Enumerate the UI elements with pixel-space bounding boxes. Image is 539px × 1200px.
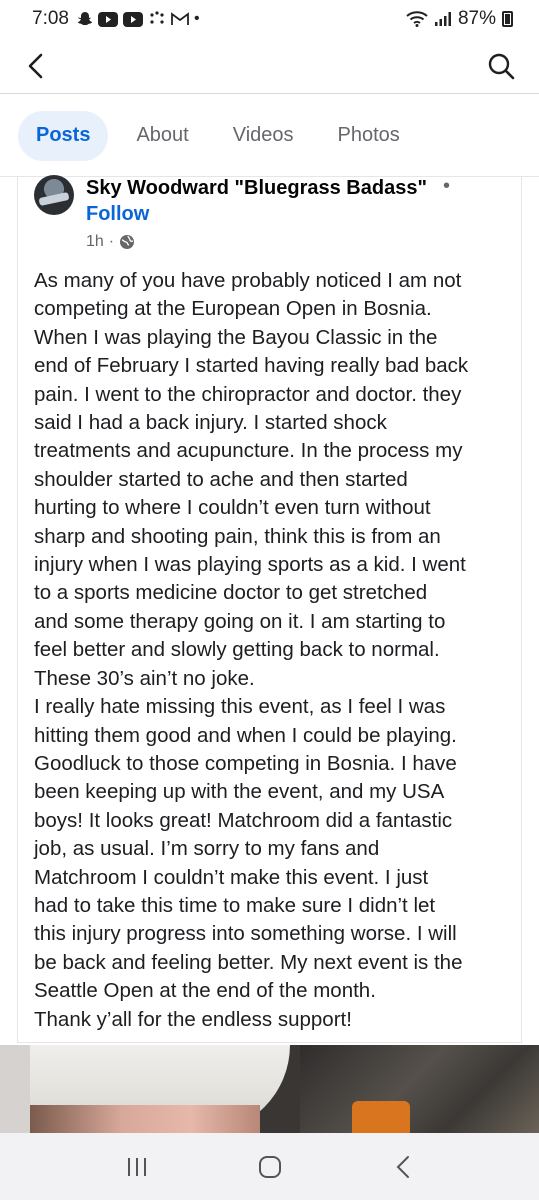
gmail-icon [171, 12, 189, 25]
recents-button[interactable] [112, 1142, 162, 1192]
youtube-icon [97, 11, 118, 27]
post-text-line: to a sports medicine doctor to get stret… [34, 581, 428, 605]
search-button[interactable] [483, 48, 519, 84]
top-nav-bar [0, 38, 539, 94]
profile-tabs: Posts About Videos Photos [0, 95, 539, 177]
globe-icon [120, 235, 135, 249]
post-text-line: Seattle Open at the end of the month. [34, 979, 376, 1003]
tab-posts[interactable]: Posts [18, 110, 109, 161]
status-right: 87% [406, 8, 513, 30]
photo-orange-object [352, 1101, 410, 1133]
post-text-line: said I had a back injury. I started shoc… [34, 411, 387, 435]
photo-chair [300, 1045, 539, 1133]
notification-icons: • [77, 10, 200, 28]
post-text-line: boys! It looks great! Matchroom did a fa… [34, 808, 453, 832]
post-text-line: Matchroom I couldn’t make this event. I … [34, 865, 429, 889]
status-bar: 7:08 • 87% [0, 0, 539, 38]
recents-icon [127, 1157, 146, 1176]
post-text-line: pain. I went to the chiropractor and doc… [34, 382, 462, 406]
home-icon [258, 1155, 281, 1178]
post-text-line: end of February I started having really … [34, 354, 469, 378]
tab-photos[interactable]: Photos [316, 111, 422, 161]
post-text-line: Thank y’all for the endless support! [34, 1007, 352, 1031]
post-text-line: be back and feeling better. My next even… [34, 950, 463, 974]
search-icon [488, 53, 515, 79]
battery-percent: 87% [457, 8, 496, 29]
home-button[interactable] [245, 1142, 295, 1192]
wifi-icon [406, 11, 428, 27]
back-arrow-icon [28, 53, 43, 78]
status-left: 7:08 • [32, 8, 200, 30]
tab-videos[interactable]: Videos [211, 111, 316, 161]
post-text-line: injury when I was playing sports as a ki… [34, 553, 466, 577]
post-text-line: this injury progress into something wors… [34, 922, 457, 946]
system-nav-bar [0, 1133, 539, 1200]
snapchat-icon [77, 12, 93, 26]
post-text-line: sharp and shooting pain, think this is f… [34, 524, 441, 548]
post-text-line: treatments and acupuncture. In the proce… [34, 439, 463, 463]
post-text-line: When I was playing the Bayou Classic in … [34, 325, 438, 349]
youtube-icon [122, 11, 143, 27]
post-text-line: job, as usual. I’m sorry to my fans and [34, 837, 380, 861]
post-text-line: feel better and slowly getting back to n… [34, 638, 440, 662]
post-text-line: been keeping up with the event, and my U… [34, 780, 445, 804]
post-text-line: hitting them good and when I could be pl… [34, 723, 457, 747]
post-text-line: As many of you have probably noticed I a… [34, 269, 462, 292]
post-text-line: shoulder started to ache and then starte… [34, 467, 408, 491]
more-notifications-dot: • [193, 10, 200, 27]
signal-icon [434, 12, 451, 26]
post-text-line: hurting to where I couldn’t even turn wi… [34, 496, 431, 520]
author-separator: • [443, 175, 451, 197]
post-text-line: These 30’s ain’t no joke. [34, 666, 255, 690]
post-photo[interactable] [0, 1045, 539, 1133]
post-meta: 1h · [86, 233, 135, 251]
post-author-name[interactable]: Sky Woodward "Bluegrass Badass" [86, 177, 427, 200]
post-text-line: Goodluck to those competing in Bosnia. I… [34, 751, 457, 775]
post-text-line: had to take this time to make sure I did… [34, 893, 436, 917]
post-time[interactable]: 1h [86, 233, 104, 251]
follow-button[interactable]: Follow [86, 203, 149, 226]
post-text-line: and some therapy going on it. I am start… [34, 609, 446, 633]
dots-icon [150, 11, 164, 24]
tab-about[interactable]: About [114, 111, 210, 161]
status-time: 7:08 [32, 8, 69, 29]
back-icon [396, 1155, 409, 1178]
post-text-line: I really hate missing this event, as I f… [34, 695, 446, 719]
avatar[interactable] [34, 175, 74, 215]
photo-face [30, 1105, 260, 1133]
post-text: As many of you have probably noticed I a… [34, 267, 514, 1034]
meta-separator: · [108, 233, 115, 250]
system-back-button[interactable] [378, 1142, 428, 1192]
post-text-line: competing at the European Open in Bosnia… [34, 297, 432, 321]
back-button[interactable] [18, 48, 54, 84]
post-card: Sky Woodward "Bluegrass Badass" • Follow… [17, 175, 522, 1043]
battery-icon [502, 11, 513, 27]
